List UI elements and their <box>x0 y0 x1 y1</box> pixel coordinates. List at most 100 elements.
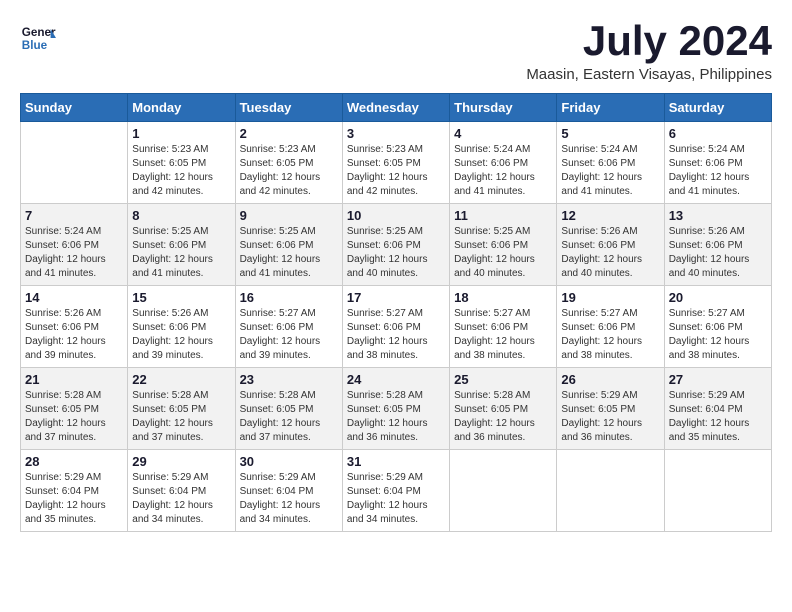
day-number: 22 <box>132 372 230 387</box>
day-info: Sunrise: 5:28 AM Sunset: 6:05 PM Dayligh… <box>240 389 338 445</box>
day-info: Sunrise: 5:26 AM Sunset: 6:06 PM Dayligh… <box>25 307 123 363</box>
day-info: Sunrise: 5:27 AM Sunset: 6:06 PM Dayligh… <box>240 307 338 363</box>
calendar-cell: 21 Sunrise: 5:28 AM Sunset: 6:05 PM Dayli… <box>21 368 128 450</box>
day-number: 16 <box>240 290 338 305</box>
day-info: Sunrise: 5:23 AM Sunset: 6:05 PM Dayligh… <box>132 143 230 199</box>
calendar-cell: 6 Sunrise: 5:24 AM Sunset: 6:06 PM Daylig… <box>664 122 771 204</box>
calendar-cell: 14Sunrise: 5:26 AM Sunset: 6:06 PM Dayli… <box>21 286 128 368</box>
calendar-table: SundayMondayTuesdayWednesdayThursdayFrid… <box>20 93 772 532</box>
weekday-header: Wednesday <box>342 94 449 122</box>
day-info: Sunrise: 5:29 AM Sunset: 6:04 PM Dayligh… <box>132 471 230 527</box>
calendar-cell: 3 Sunrise: 5:23 AM Sunset: 6:05 PM Daylig… <box>342 122 449 204</box>
day-info: Sunrise: 5:28 AM Sunset: 6:05 PM Dayligh… <box>132 389 230 445</box>
day-number: 29 <box>132 454 230 469</box>
day-number: 6 <box>669 126 767 141</box>
day-info: Sunrise: 5:27 AM Sunset: 6:06 PM Dayligh… <box>454 307 552 363</box>
day-number: 30 <box>240 454 338 469</box>
calendar-cell: 20 Sunrise: 5:27 AM Sunset: 6:06 PM Dayli… <box>664 286 771 368</box>
day-number: 27 <box>669 372 767 387</box>
calendar-cell: 13 Sunrise: 5:26 AM Sunset: 6:06 PM Dayli… <box>664 204 771 286</box>
calendar-cell: 11Sunrise: 5:25 AM Sunset: 6:06 PM Dayli… <box>450 204 557 286</box>
calendar-cell: 18 Sunrise: 5:27 AM Sunset: 6:06 PM Dayli… <box>450 286 557 368</box>
day-info: Sunrise: 5:25 AM Sunset: 6:06 PM Dayligh… <box>132 225 230 281</box>
calendar-cell: 7 Sunrise: 5:24 AM Sunset: 6:06 PM Daylig… <box>21 204 128 286</box>
calendar-week-row: 7 Sunrise: 5:24 AM Sunset: 6:06 PM Daylig… <box>21 204 772 286</box>
day-info: Sunrise: 5:26 AM Sunset: 6:06 PM Dayligh… <box>132 307 230 363</box>
weekday-header: Tuesday <box>235 94 342 122</box>
calendar-cell: 15 Sunrise: 5:26 AM Sunset: 6:06 PM Dayli… <box>128 286 235 368</box>
day-info: Sunrise: 5:24 AM Sunset: 6:06 PM Dayligh… <box>669 143 767 199</box>
calendar-cell: 22 Sunrise: 5:28 AM Sunset: 6:05 PM Dayli… <box>128 368 235 450</box>
day-number: 9 <box>240 208 338 223</box>
day-number: 2 <box>240 126 338 141</box>
day-info: Sunrise: 5:29 AM Sunset: 6:04 PM Dayligh… <box>25 471 123 527</box>
day-number: 1 <box>132 126 230 141</box>
calendar-cell: 19 Sunrise: 5:27 AM Sunset: 6:06 PM Dayli… <box>557 286 664 368</box>
calendar-cell: 28 Sunrise: 5:29 AM Sunset: 6:04 PM Dayli… <box>21 450 128 532</box>
calendar-cell: 16 Sunrise: 5:27 AM Sunset: 6:06 PM Dayli… <box>235 286 342 368</box>
calendar-week-row: 14Sunrise: 5:26 AM Sunset: 6:06 PM Dayli… <box>21 286 772 368</box>
calendar-cell <box>21 122 128 204</box>
day-info: Sunrise: 5:25 AM Sunset: 6:06 PM Dayligh… <box>347 225 445 281</box>
day-info: Sunrise: 5:24 AM Sunset: 6:06 PM Dayligh… <box>454 143 552 199</box>
day-number: 26 <box>561 372 659 387</box>
day-number: 19 <box>561 290 659 305</box>
calendar-cell: 10 Sunrise: 5:25 AM Sunset: 6:06 PM Dayli… <box>342 204 449 286</box>
calendar-cell: 5 Sunrise: 5:24 AM Sunset: 6:06 PM Daylig… <box>557 122 664 204</box>
calendar-cell: 25Sunrise: 5:28 AM Sunset: 6:05 PM Dayli… <box>450 368 557 450</box>
day-info: Sunrise: 5:29 AM Sunset: 6:04 PM Dayligh… <box>347 471 445 527</box>
day-info: Sunrise: 5:24 AM Sunset: 6:06 PM Dayligh… <box>25 225 123 281</box>
weekday-header-row: SundayMondayTuesdayWednesdayThursdayFrid… <box>21 94 772 122</box>
day-number: 12 <box>561 208 659 223</box>
day-info: Sunrise: 5:28 AM Sunset: 6:05 PM Dayligh… <box>347 389 445 445</box>
day-info: Sunrise: 5:23 AM Sunset: 6:05 PM Dayligh… <box>240 143 338 199</box>
day-info: Sunrise: 5:25 AM Sunset: 6:06 PM Dayligh… <box>240 225 338 281</box>
location-title: Maasin, Eastern Visayas, Philippines <box>526 66 772 83</box>
day-number: 25 <box>454 372 552 387</box>
day-info: Sunrise: 5:26 AM Sunset: 6:06 PM Dayligh… <box>561 225 659 281</box>
day-number: 15 <box>132 290 230 305</box>
calendar-cell: 27 Sunrise: 5:29 AM Sunset: 6:04 PM Dayli… <box>664 368 771 450</box>
day-number: 10 <box>347 208 445 223</box>
day-number: 5 <box>561 126 659 141</box>
logo: General Blue <box>20 20 56 56</box>
day-info: Sunrise: 5:27 AM Sunset: 6:06 PM Dayligh… <box>561 307 659 363</box>
svg-text:Blue: Blue <box>22 39 48 52</box>
day-number: 23 <box>240 372 338 387</box>
day-info: Sunrise: 5:29 AM Sunset: 6:04 PM Dayligh… <box>669 389 767 445</box>
day-number: 18 <box>454 290 552 305</box>
weekday-header: Thursday <box>450 94 557 122</box>
calendar-cell: 30Sunrise: 5:29 AM Sunset: 6:04 PM Dayli… <box>235 450 342 532</box>
calendar-cell: 29 Sunrise: 5:29 AM Sunset: 6:04 PM Dayli… <box>128 450 235 532</box>
day-number: 8 <box>132 208 230 223</box>
logo-icon: General Blue <box>20 20 56 56</box>
calendar-week-row: 21 Sunrise: 5:28 AM Sunset: 6:05 PM Dayli… <box>21 368 772 450</box>
calendar-cell: 1 Sunrise: 5:23 AM Sunset: 6:05 PM Daylig… <box>128 122 235 204</box>
day-info: Sunrise: 5:23 AM Sunset: 6:05 PM Dayligh… <box>347 143 445 199</box>
day-number: 20 <box>669 290 767 305</box>
calendar-week-row: 28 Sunrise: 5:29 AM Sunset: 6:04 PM Dayli… <box>21 450 772 532</box>
day-number: 28 <box>25 454 123 469</box>
weekday-header: Monday <box>128 94 235 122</box>
day-number: 24 <box>347 372 445 387</box>
day-number: 4 <box>454 126 552 141</box>
day-number: 3 <box>347 126 445 141</box>
header: General Blue July 2024 Maasin, Eastern V… <box>20 20 772 83</box>
day-info: Sunrise: 5:27 AM Sunset: 6:06 PM Dayligh… <box>669 307 767 363</box>
day-info: Sunrise: 5:28 AM Sunset: 6:05 PM Dayligh… <box>25 389 123 445</box>
calendar-cell <box>450 450 557 532</box>
calendar-cell: 2 Sunrise: 5:23 AM Sunset: 6:05 PM Daylig… <box>235 122 342 204</box>
day-number: 7 <box>25 208 123 223</box>
day-number: 21 <box>25 372 123 387</box>
day-info: Sunrise: 5:26 AM Sunset: 6:06 PM Dayligh… <box>669 225 767 281</box>
day-info: Sunrise: 5:27 AM Sunset: 6:06 PM Dayligh… <box>347 307 445 363</box>
calendar-cell: 23 Sunrise: 5:28 AM Sunset: 6:05 PM Dayli… <box>235 368 342 450</box>
calendar-cell: 12 Sunrise: 5:26 AM Sunset: 6:06 PM Dayli… <box>557 204 664 286</box>
day-info: Sunrise: 5:24 AM Sunset: 6:06 PM Dayligh… <box>561 143 659 199</box>
weekday-header: Saturday <box>664 94 771 122</box>
day-number: 13 <box>669 208 767 223</box>
calendar-cell: 9 Sunrise: 5:25 AM Sunset: 6:06 PM Daylig… <box>235 204 342 286</box>
month-title: July 2024 <box>526 20 772 62</box>
weekday-header: Friday <box>557 94 664 122</box>
day-number: 11 <box>454 208 552 223</box>
